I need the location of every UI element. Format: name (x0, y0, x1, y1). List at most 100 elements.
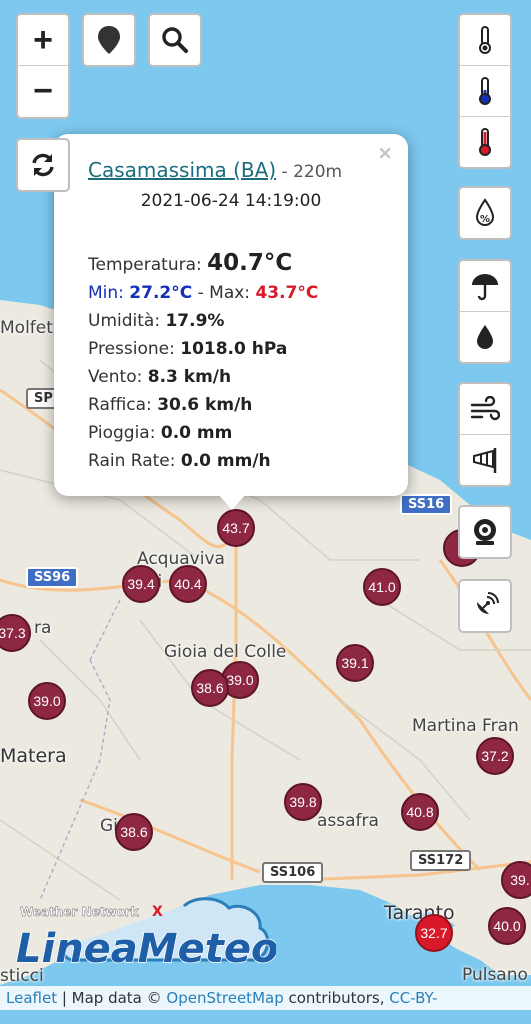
station-marker[interactable]: 38.6 (191, 669, 229, 707)
windsock-icon (473, 448, 497, 473)
humidity-label: Umidità: (88, 311, 166, 331)
station-marker[interactable]: 39.0 (28, 682, 66, 720)
reading-humidity: Umidità: 17.9% (88, 307, 318, 335)
map[interactable]: Molfet Acquaviva nti Gioia del Colle Mat… (0, 0, 531, 1024)
humidity-icon: % (475, 198, 495, 226)
zoom-out-button[interactable]: − (18, 65, 68, 116)
wind-icon (470, 396, 500, 421)
license-link[interactable]: CC-BY- (389, 989, 437, 1007)
reading-temperature: Temperatura: 40.7°C (88, 249, 318, 279)
station-marker[interactable]: 41.0 (363, 568, 401, 606)
webcam-layer-group (458, 505, 512, 559)
place-label-pulsano: Pulsano (462, 965, 528, 985)
reading-min-max: Min: 27.2°C - Max: 43.7°C (88, 279, 318, 307)
reading-rain: Pioggia: 0.0 mm (88, 419, 318, 447)
station-marker[interactable]: 39. (501, 861, 531, 899)
temperature-layer-group (458, 13, 512, 169)
logo-x-text: X (152, 904, 163, 920)
rain-label: Pioggia: (88, 423, 161, 443)
station-name-link[interactable]: Casamassima (BA) (88, 158, 276, 182)
wind-label: Vento: (88, 367, 148, 387)
refresh-button[interactable] (16, 138, 70, 192)
raindrop-icon (477, 325, 493, 349)
popup-readings: Temperatura: 40.7°C Min: 27.2°C - Max: 4… (88, 249, 318, 475)
zoom-control: + − (16, 13, 70, 119)
station-marker[interactable]: 38.6 (115, 813, 153, 851)
rain-layer-button[interactable] (460, 261, 510, 311)
zoom-in-button[interactable]: + (18, 15, 68, 65)
station-marker-hot[interactable]: 32.7 (415, 914, 453, 952)
reading-pressure: Pressione: 1018.0 hPa (88, 335, 318, 363)
road-shield-ss106: SS106 (262, 862, 324, 883)
pressure-label: Pressione: (88, 339, 181, 359)
leaflet-link[interactable]: Leaflet (6, 989, 57, 1007)
station-altitude: - 220m (276, 162, 343, 182)
max-temperature-layer-button[interactable] (460, 116, 510, 167)
map-pin-icon (98, 26, 120, 54)
linea-meteo-logo: Weather Network X LineaMeteo (15, 897, 276, 973)
logo-top-text: Weather Network (20, 905, 140, 919)
humidity-value: 17.9% (165, 311, 225, 331)
station-marker[interactable]: 40.8 (401, 793, 439, 831)
place-label-martina-franca: Martina Fran (412, 716, 519, 736)
svg-text:%: % (480, 214, 490, 225)
station-marker[interactable]: 39.1 (336, 644, 374, 682)
humidity-layer-button[interactable]: % (460, 188, 510, 238)
gust-label: Raffica: (88, 395, 158, 415)
road-shield-ss172: SS172 (410, 850, 472, 871)
webcam-layer-button[interactable] (460, 507, 510, 557)
thermometer-min-icon (479, 77, 491, 105)
temperature-label: Temperatura: (88, 255, 208, 275)
min-value: 27.2°C (129, 283, 193, 303)
gust-value: 30.6 km/h (157, 395, 253, 415)
thermometer-max-icon (479, 128, 491, 156)
gust-layer-button[interactable] (460, 434, 510, 485)
pressure-value: 1018.0 hPa (180, 339, 288, 359)
humidity-layer-group: % (458, 186, 512, 240)
min-temperature-layer-button[interactable] (460, 65, 510, 116)
wind-value: 8.3 km/h (147, 367, 232, 387)
rain-rate-layer-button[interactable] (460, 311, 510, 362)
locate-button[interactable] (82, 13, 136, 67)
max-label: - Max: (192, 283, 256, 303)
reading-gust: Raffica: 30.6 km/h (88, 391, 318, 419)
webcam-icon (474, 519, 496, 545)
place-label-altamura: ra (34, 618, 52, 638)
road-shield-ss16: SS16 (400, 494, 453, 515)
min-label: Min: (88, 283, 130, 303)
attribution-text: | Map data © (57, 989, 167, 1007)
place-label-molfetta: Molfet (0, 318, 53, 338)
station-marker[interactable]: 40.0 (488, 907, 526, 945)
refresh-icon (32, 153, 54, 177)
station-marker[interactable]: 40.4 (169, 565, 207, 603)
reading-rain-rate: Rain Rate: 0.0 mm/h (88, 447, 318, 475)
rain-rate-label: Rain Rate: (88, 451, 181, 471)
satellite-icon (477, 592, 499, 614)
place-label-massafra: assafra (317, 811, 379, 831)
rain-layer-group (458, 259, 512, 364)
map-attribution: Leaflet | Map data © OpenStreetMap contr… (0, 986, 531, 1010)
umbrella-icon (472, 274, 498, 301)
station-marker[interactable]: 43.7 (217, 509, 255, 547)
openstreetmap-link[interactable]: OpenStreetMap (166, 989, 283, 1007)
temperature-value: 40.7°C (207, 250, 293, 276)
temperature-layer-button[interactable] (460, 15, 510, 65)
logo-name-text: LineaMeteo (16, 926, 276, 972)
search-button[interactable] (148, 13, 202, 67)
place-label-gioia-del-colle: Gioia del Colle (164, 642, 287, 662)
popup-close-button[interactable]: × (377, 142, 393, 164)
place-label-matera: Matera (0, 745, 67, 767)
thermometer-icon (479, 26, 491, 54)
satellite-layer-button[interactable] (460, 581, 510, 631)
search-icon (162, 27, 188, 53)
station-marker[interactable]: 39.4 (122, 565, 160, 603)
popup-datetime: 2021-06-24 14:19:00 (140, 191, 322, 211)
station-marker[interactable]: 37.2 (476, 737, 514, 775)
station-popup: × Casamassima (BA) - 220m 2021-06-24 14:… (54, 134, 408, 496)
popup-header: Casamassima (BA) - 220m (88, 158, 342, 182)
rain-rate-value: 0.0 mm/h (180, 451, 271, 471)
reading-wind: Vento: 8.3 km/h (88, 363, 318, 391)
wind-layer-button[interactable] (460, 384, 510, 434)
rain-value: 0.0 mm (160, 423, 233, 443)
station-marker[interactable]: 39.8 (284, 783, 322, 821)
